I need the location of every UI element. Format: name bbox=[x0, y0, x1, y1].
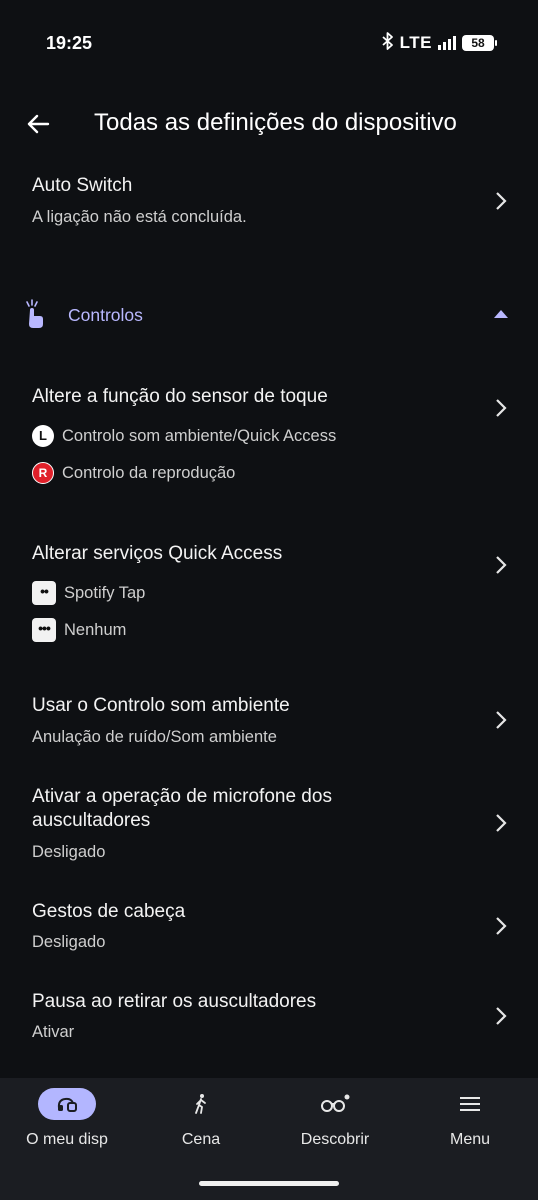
left-function-text: Controlo som ambiente/Quick Access bbox=[62, 426, 337, 445]
status-bar: 19:25 LTE 58 bbox=[0, 0, 538, 86]
back-arrow-icon[interactable] bbox=[18, 104, 58, 144]
touch-gesture-icon bbox=[26, 299, 43, 328]
mic-operation-value: Desligado bbox=[32, 843, 106, 861]
nav-item-menu[interactable]: Menu bbox=[403, 1078, 537, 1158]
status-icons: LTE 58 bbox=[382, 31, 497, 55]
head-gestures-row[interactable]: Gestos de cabeça Desligado bbox=[0, 893, 538, 963]
left-earbud-function: L Controlo som ambiente/Quick Access bbox=[32, 425, 336, 447]
pause-removal-title: Pausa ao retirar os auscultadores bbox=[32, 991, 317, 1012]
touch-sensor-row[interactable]: Altere a função do sensor de toque L Con… bbox=[0, 378, 538, 490]
nav-label: Menu bbox=[449, 1131, 491, 1148]
chevron-right-icon bbox=[496, 814, 507, 832]
nav-item-my-device[interactable]: O meu disp bbox=[0, 1078, 134, 1158]
right-function-text: Controlo da reprodução bbox=[62, 463, 236, 482]
double-tap-icon: •• bbox=[32, 581, 56, 605]
header: Todas as definições do dispositivo bbox=[0, 96, 538, 152]
nav-active-pill bbox=[38, 1088, 96, 1120]
auto-switch-status: A ligação não está concluída. bbox=[32, 208, 247, 226]
nav-icon-holder bbox=[306, 1088, 364, 1120]
signal-icon bbox=[438, 36, 456, 50]
page-title: Todas as definições do dispositivo bbox=[94, 109, 457, 136]
battery-icon: 58 bbox=[462, 35, 497, 51]
hamburger-menu-icon bbox=[460, 1097, 480, 1111]
head-gestures-title: Gestos de cabeça bbox=[32, 901, 186, 922]
right-earbud-function: R Controlo da reprodução bbox=[32, 462, 235, 484]
network-type: LTE bbox=[399, 33, 432, 52]
nav-label: Cena bbox=[181, 1131, 221, 1148]
status-time: 19:25 bbox=[46, 33, 93, 53]
nav-icon-holder bbox=[172, 1088, 230, 1120]
nav-icon-holder bbox=[441, 1088, 499, 1120]
left-badge: L bbox=[32, 425, 54, 447]
touch-sensor-title: Altere a função do sensor de toque bbox=[32, 386, 328, 407]
chevron-right-icon bbox=[496, 917, 507, 935]
auto-switch-title: Auto Switch bbox=[32, 175, 133, 196]
ambient-control-row[interactable]: Usar o Controlo som ambiente Anulação de… bbox=[0, 688, 538, 758]
pause-removal-value: Ativar bbox=[32, 1023, 75, 1041]
home-indicator[interactable] bbox=[199, 1181, 339, 1186]
right-badge: R bbox=[32, 462, 54, 484]
nav-label: O meu disp bbox=[26, 1131, 108, 1148]
chevron-up-icon[interactable] bbox=[494, 310, 508, 318]
chevron-right-icon bbox=[496, 399, 507, 417]
nav-label: Descobrir bbox=[300, 1131, 370, 1148]
nav-item-discover[interactable]: Descobrir bbox=[268, 1078, 402, 1158]
quick-access-item-spotify: •• Spotify Tap bbox=[32, 581, 145, 605]
quick-access-item-none: ••• Nenhum bbox=[32, 618, 126, 642]
binoculars-icon bbox=[321, 1094, 350, 1112]
section-controls-label: Controlos bbox=[68, 305, 143, 325]
quick-access-item-text: Nenhum bbox=[64, 620, 127, 639]
pause-removal-row[interactable]: Pausa ao retirar os auscultadores Ativar bbox=[0, 983, 538, 1053]
chevron-right-icon bbox=[496, 192, 507, 210]
nav-item-scene[interactable]: Cena bbox=[134, 1078, 268, 1158]
section-controls-header[interactable]: Controlos bbox=[0, 290, 538, 340]
headphones-icon bbox=[57, 1097, 77, 1112]
chevron-right-icon bbox=[496, 556, 507, 574]
auto-switch-row[interactable]: Auto Switch A ligação não está concluída… bbox=[0, 168, 538, 238]
chevron-right-icon bbox=[496, 711, 507, 729]
triple-tap-icon: ••• bbox=[32, 618, 56, 642]
walking-person-icon bbox=[195, 1094, 206, 1114]
ambient-control-value: Anulação de ruído/Som ambiente bbox=[32, 728, 277, 746]
chevron-right-icon bbox=[496, 1007, 507, 1025]
mic-operation-row[interactable]: Ativar a operação de microfone dos auscu… bbox=[0, 778, 538, 870]
head-gestures-value: Desligado bbox=[32, 933, 106, 951]
mic-operation-title-line2: auscultadores bbox=[32, 810, 151, 831]
quick-access-row[interactable]: Alterar serviços Quick Access •• Spotify… bbox=[0, 534, 538, 646]
mic-operation-title-line1: Ativar a operação de microfone dos bbox=[32, 786, 332, 807]
bluetooth-icon bbox=[382, 31, 394, 55]
quick-access-item-text: Spotify Tap bbox=[64, 583, 146, 602]
ambient-control-title: Usar o Controlo som ambiente bbox=[32, 695, 290, 716]
quick-access-title: Alterar serviços Quick Access bbox=[32, 543, 283, 564]
